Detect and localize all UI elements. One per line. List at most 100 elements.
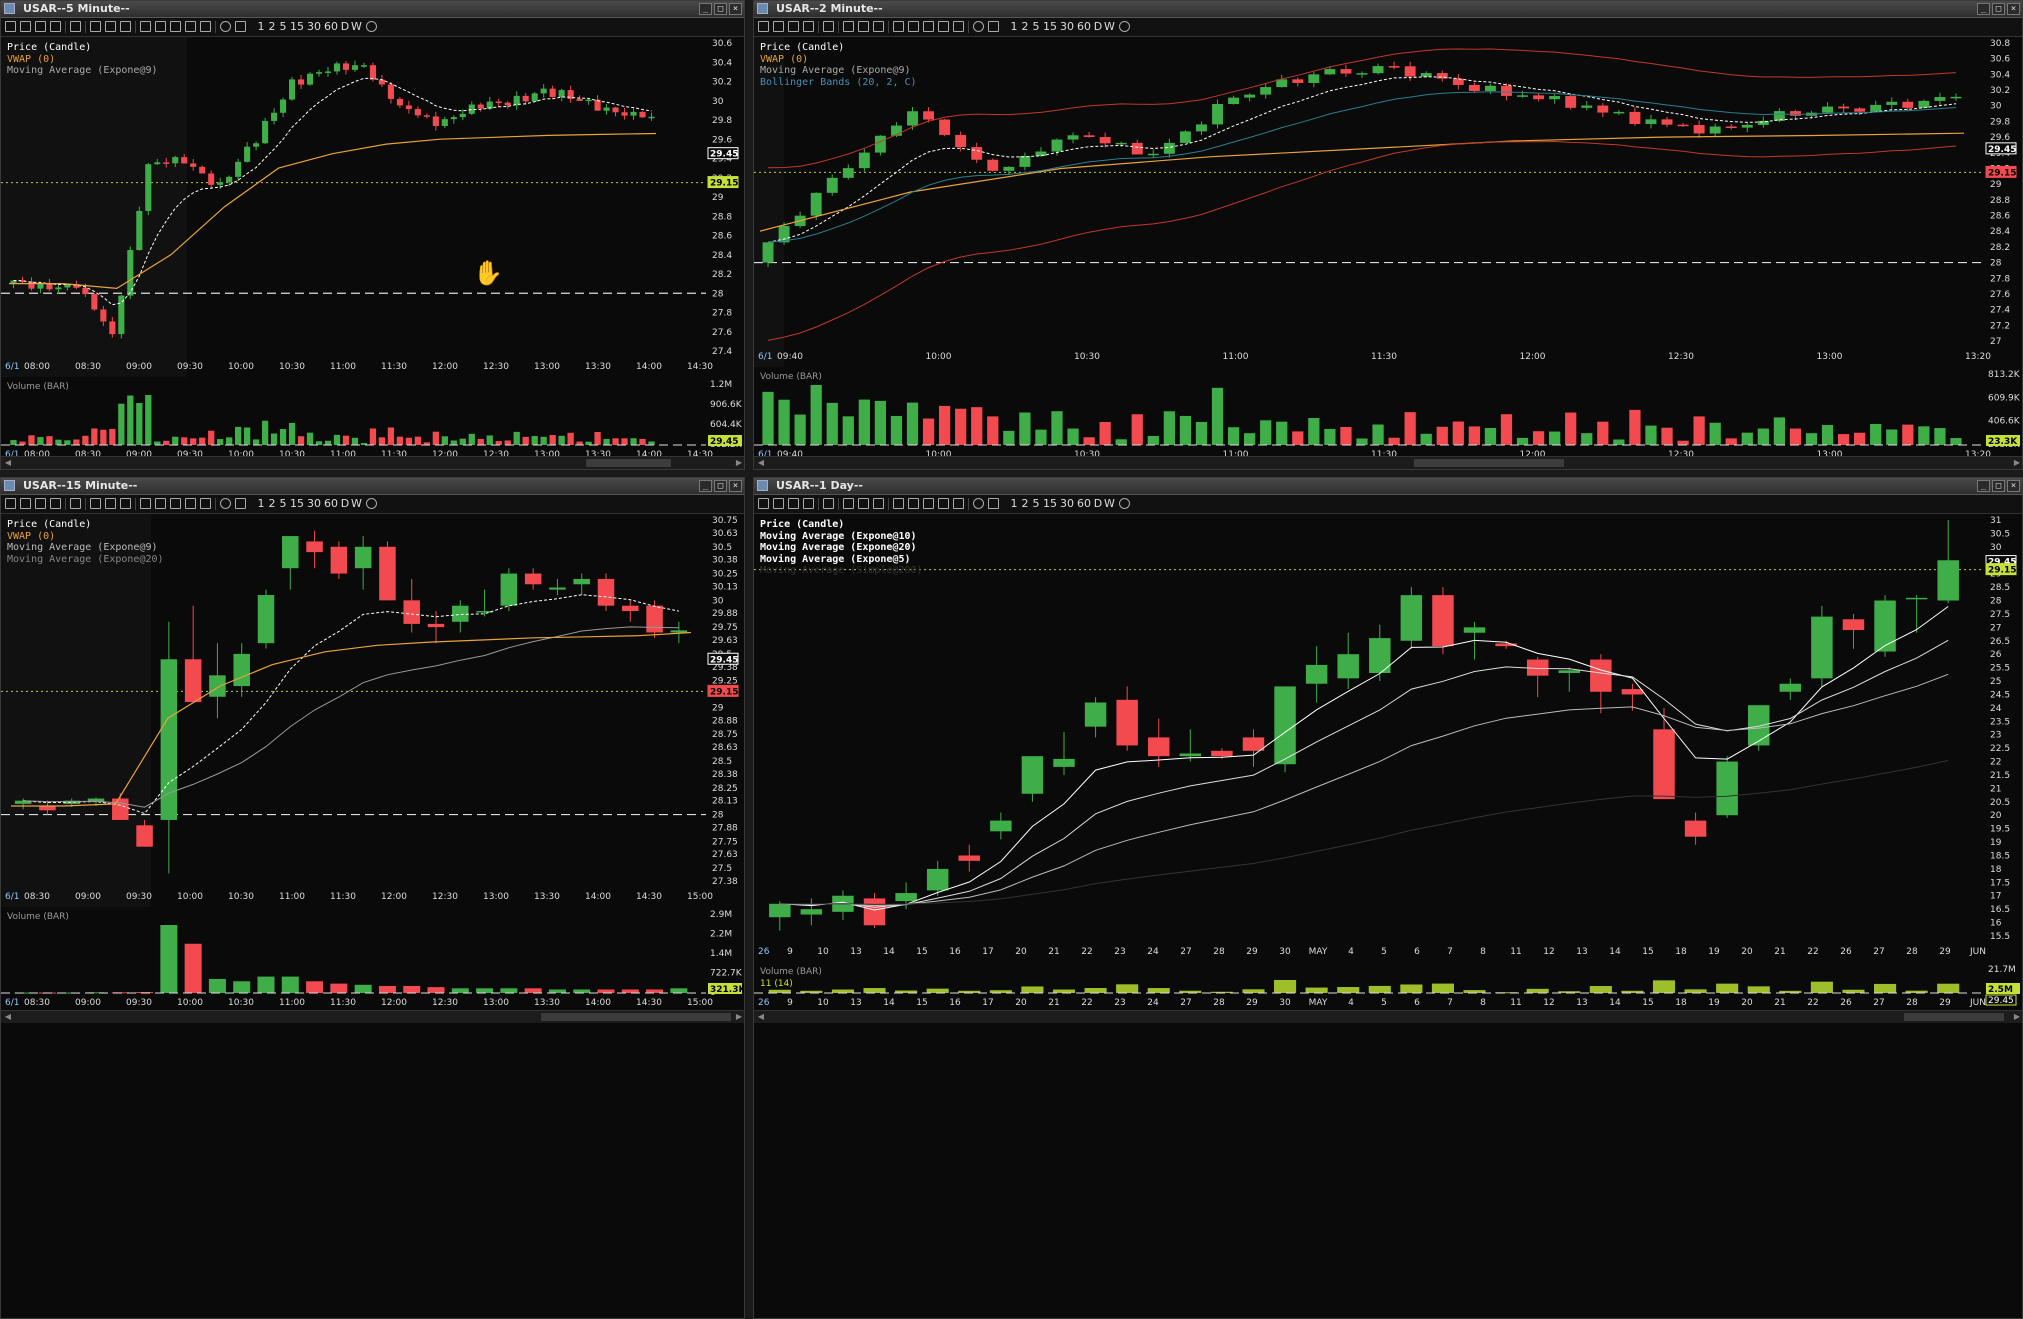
measure-icon[interactable] (938, 498, 949, 509)
layout3-icon[interactable] (873, 21, 884, 32)
interval-button-D[interactable]: D (340, 20, 350, 34)
hand-icon[interactable] (155, 498, 166, 509)
clock-icon[interactable] (220, 21, 231, 32)
interval-button-5[interactable]: 5 (278, 20, 288, 34)
chart-window-15min[interactable]: USAR--15 Minute-- _ □ × 1 2 5 15 30 60 D W 30.7… (0, 477, 745, 1319)
volume-panel[interactable]: Volume (BAR)2.9M2.2M1.4M722.7K0321.3K6/1… (1, 907, 744, 1008)
close-icon[interactable]: × (729, 480, 742, 492)
interval-button-W[interactable]: W (1104, 20, 1115, 34)
interval-button-30[interactable]: 30 (306, 497, 322, 511)
drawing-tools-icon[interactable] (20, 498, 31, 509)
dropdown-icon[interactable] (235, 21, 246, 32)
measure-icon[interactable] (185, 498, 196, 509)
interval-button-5[interactable]: 5 (278, 497, 288, 511)
scroll-right-icon[interactable]: ▶ (734, 458, 744, 468)
clock-icon[interactable] (973, 21, 984, 32)
interval-button-60[interactable]: 60 (1076, 497, 1092, 511)
dropdown-icon[interactable] (988, 21, 999, 32)
maximize-icon[interactable]: □ (714, 3, 727, 15)
reset-icon[interactable] (366, 498, 377, 509)
horizontal-scrollbar[interactable]: ◀ ▶ (754, 456, 2022, 469)
interval-button-D[interactable]: D (340, 497, 350, 511)
price-chart[interactable]: 30.830.630.430.23029.829.629.429.22928.8… (754, 37, 2023, 367)
close-icon[interactable]: × (2007, 3, 2020, 15)
lines-icon[interactable] (50, 498, 61, 509)
interval-button-D[interactable]: D (1093, 20, 1103, 34)
hand-icon[interactable] (908, 498, 919, 509)
price-panel[interactable]: 3130.53029.52928.52827.52726.52625.52524… (754, 514, 2022, 962)
legend-entry[interactable]: Moving Average (Simple@200) (760, 564, 923, 578)
interval-button-15[interactable]: 15 (289, 497, 305, 511)
interval-button-60[interactable]: 60 (323, 497, 339, 511)
dropdown-icon[interactable] (200, 498, 211, 509)
indicators-icon[interactable] (788, 498, 799, 509)
pause-icon[interactable] (70, 498, 81, 509)
volume-panel[interactable]: Volume (BAR) 11 (14) 21.7M 2.5M 29.45 26 9 10 13… (754, 962, 2022, 1008)
drawing-tools-icon[interactable] (773, 498, 784, 509)
scroll-right-icon[interactable]: ▶ (2012, 1012, 2022, 1022)
interval-button-1[interactable]: 1 (256, 497, 266, 511)
lines-icon[interactable] (50, 21, 61, 32)
horizontal-scrollbar[interactable]: ◀ ▶ (1, 456, 744, 469)
scroll-left-icon[interactable]: ◀ (3, 458, 13, 468)
interval-button-D[interactable]: D (1093, 497, 1103, 511)
interval-button-30[interactable]: 30 (306, 20, 322, 34)
legend-entry[interactable]: Bollinger Bands (20, 2, C) (760, 76, 917, 90)
layout3-icon[interactable] (120, 498, 131, 509)
minimize-icon[interactable]: _ (699, 480, 712, 492)
scroll-thumb[interactable] (1414, 459, 1564, 467)
maximize-icon[interactable]: □ (714, 480, 727, 492)
indicators-icon[interactable] (35, 21, 46, 32)
scroll-left-icon[interactable]: ◀ (3, 1012, 13, 1022)
interval-button-30[interactable]: 30 (1059, 497, 1075, 511)
maximize-icon[interactable]: □ (1992, 3, 2005, 15)
window-titlebar[interactable]: USAR--5 Minute-- _ □ × (1, 1, 744, 18)
dropdown-icon[interactable] (953, 21, 964, 32)
scroll-thumb[interactable] (1904, 1013, 2004, 1021)
dropdown-icon[interactable] (988, 498, 999, 509)
maximize-icon[interactable]: □ (1992, 480, 2005, 492)
crosshair-icon[interactable] (923, 498, 934, 509)
layout2-icon[interactable] (105, 21, 116, 32)
interval-button-2[interactable]: 2 (1020, 497, 1030, 511)
crosshair-icon[interactable] (170, 21, 181, 32)
window-titlebar[interactable]: USAR--2 Minute-- _ □ × (754, 1, 2022, 18)
minimize-icon[interactable]: _ (699, 3, 712, 15)
scroll-left-icon[interactable]: ◀ (756, 458, 766, 468)
legend-entry[interactable]: Moving Average (Expone@9) (7, 64, 158, 78)
pause-icon[interactable] (823, 21, 834, 32)
interval-button-W[interactable]: W (351, 20, 362, 34)
scroll-thumb[interactable] (586, 459, 671, 467)
pause-icon[interactable] (823, 498, 834, 509)
measure-icon[interactable] (938, 21, 949, 32)
layout-icon[interactable] (843, 498, 854, 509)
measure-icon[interactable] (185, 21, 196, 32)
pointer-icon[interactable] (893, 21, 904, 32)
chart-window-5min[interactable]: USAR--5 Minute-- _ □ × 1 2 5 15 30 60 D W 30.6 3… (0, 0, 745, 470)
layout2-icon[interactable] (105, 498, 116, 509)
window-titlebar[interactable]: USAR--15 Minute-- _ □ × (1, 478, 744, 495)
interval-button-15[interactable]: 15 (289, 20, 305, 34)
hand-icon[interactable] (908, 21, 919, 32)
window-titlebar[interactable]: USAR--1 Day-- _ □ × (754, 478, 2022, 495)
hand-icon[interactable] (155, 21, 166, 32)
pointer-icon[interactable] (140, 21, 151, 32)
scroll-right-icon[interactable]: ▶ (2012, 458, 2022, 468)
chart-style-icon[interactable] (758, 498, 769, 509)
indicators-icon[interactable] (788, 21, 799, 32)
interval-button-30[interactable]: 30 (1059, 20, 1075, 34)
dropdown-icon[interactable] (953, 498, 964, 509)
layout2-icon[interactable] (858, 21, 869, 32)
interval-button-60[interactable]: 60 (1076, 20, 1092, 34)
reset-icon[interactable] (1119, 498, 1130, 509)
scroll-right-icon[interactable]: ▶ (734, 1012, 744, 1022)
layout2-icon[interactable] (858, 498, 869, 509)
drawing-tools-icon[interactable] (20, 21, 31, 32)
price-panel[interactable]: 30.830.630.430.23029.829.629.429.22928.8… (754, 37, 2023, 367)
interval-button-1[interactable]: 1 (1009, 20, 1019, 34)
chart-style-icon[interactable] (5, 21, 16, 32)
close-icon[interactable]: × (729, 3, 742, 15)
minimize-icon[interactable]: _ (1977, 480, 1990, 492)
interval-button-W[interactable]: W (351, 497, 362, 511)
reset-icon[interactable] (1119, 21, 1130, 32)
